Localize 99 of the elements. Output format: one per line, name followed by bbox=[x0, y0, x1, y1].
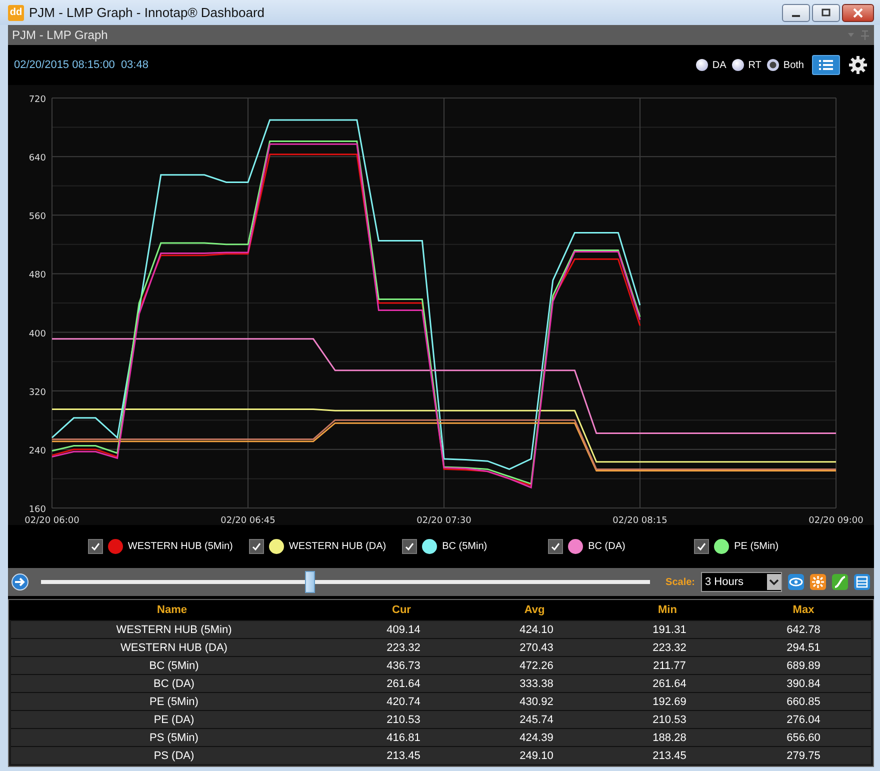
minimize-icon bbox=[792, 14, 800, 16]
table-cell-text: 333.38 bbox=[518, 678, 554, 690]
legend-checkbox[interactable] bbox=[548, 539, 564, 554]
timestamp: 02/20/2015 08:15:00 bbox=[14, 59, 115, 71]
table-cell-text: 192.69 bbox=[652, 696, 688, 708]
table-cell-text: 210.53 bbox=[386, 714, 422, 726]
x-axis-label: 02/20 06:00 bbox=[24, 516, 80, 525]
close-button[interactable] bbox=[842, 4, 874, 22]
mode-radio[interactable]: RT bbox=[732, 59, 762, 71]
table-cell-text: PS (DA) bbox=[152, 750, 196, 762]
table-cell-text: 279.75 bbox=[786, 750, 822, 762]
check-icon bbox=[696, 541, 708, 552]
scale-label: Scale: bbox=[666, 576, 695, 588]
table-cell-text: WESTERN HUB (DA) bbox=[120, 642, 228, 654]
window-title: PJM - LMP Graph - Innotap® Dashboard bbox=[29, 5, 266, 20]
table-cell-text: PE (5Min) bbox=[148, 696, 200, 708]
list-button[interactable] bbox=[812, 55, 840, 75]
table-cell-text: 424.39 bbox=[518, 732, 554, 744]
table-cell-text: 245.74 bbox=[518, 714, 554, 726]
settings-icon[interactable] bbox=[848, 55, 868, 75]
table-cell-text: 416.81 bbox=[386, 732, 422, 744]
minimize-button[interactable] bbox=[782, 4, 810, 22]
legend-label: BC (5Min) bbox=[442, 541, 488, 552]
check-icon bbox=[250, 541, 262, 552]
x-axis-label: 02/20 09:00 bbox=[808, 516, 864, 525]
legend-label: BC (DA) bbox=[588, 541, 626, 552]
table-cell-text: 211.77 bbox=[652, 660, 687, 672]
table-cell-text: 249.10 bbox=[518, 750, 554, 762]
legend-checkbox[interactable] bbox=[402, 539, 418, 554]
table-cell-text: WESTERN HUB (5Min) bbox=[115, 624, 233, 636]
curve-icon[interactable] bbox=[832, 574, 848, 590]
table-cell-text: 420.74 bbox=[386, 696, 422, 708]
mode-radio[interactable]: Both bbox=[767, 59, 804, 71]
y-axis-label: 720 bbox=[28, 95, 46, 105]
y-axis-label: 640 bbox=[28, 154, 46, 164]
table-cell-text: 689.89 bbox=[786, 660, 822, 672]
legend-label: WESTERN HUB (5Min) bbox=[128, 541, 233, 552]
caret-icon bbox=[769, 578, 779, 586]
check-icon bbox=[90, 541, 101, 552]
table-cell-text: 660.85 bbox=[786, 696, 822, 708]
column-header: Name bbox=[156, 604, 188, 616]
scale-dropdown[interactable]: 3 Hours bbox=[701, 572, 782, 592]
legend-checkbox[interactable] bbox=[88, 539, 103, 554]
column-header: Avg bbox=[523, 604, 546, 616]
legend-label: WESTERN HUB (DA) bbox=[288, 541, 386, 552]
list-icon bbox=[819, 59, 833, 71]
table-cell-text: 261.64 bbox=[652, 678, 688, 690]
slider-thumb[interactable] bbox=[304, 571, 315, 593]
close-icon bbox=[852, 8, 864, 18]
y-axis-label: 400 bbox=[28, 329, 46, 340]
table-cell-text: 213.45 bbox=[652, 750, 688, 762]
legend-label: PE (5Min) bbox=[734, 541, 779, 552]
table-cell-text: 191.31 bbox=[652, 624, 688, 636]
y-axis-label: 320 bbox=[28, 388, 46, 398]
table-cell-text: 472.26 bbox=[518, 660, 554, 672]
table-cell-text: 424.10 bbox=[518, 624, 554, 636]
table-cell-text: 213.45 bbox=[386, 750, 422, 762]
table-cell-text: 223.32 bbox=[386, 642, 422, 654]
column-header: Min bbox=[657, 604, 678, 616]
y-axis-label: 240 bbox=[28, 446, 46, 456]
table-cell-text: 656.60 bbox=[786, 732, 822, 744]
maximize-button[interactable] bbox=[812, 4, 840, 22]
table-cell-text: 276.04 bbox=[786, 714, 822, 726]
table-cell-text: BC (5Min) bbox=[148, 660, 200, 672]
elapsed-time: 03:48 bbox=[120, 59, 150, 71]
table-cell-text: 294.51 bbox=[786, 642, 822, 654]
mode-radio[interactable]: DA bbox=[696, 59, 726, 71]
table-cell-text: 390.84 bbox=[786, 678, 822, 690]
eye-icon[interactable] bbox=[788, 574, 804, 590]
column-header: Max bbox=[792, 604, 816, 616]
table-cell-text: PS (5Min) bbox=[148, 732, 200, 744]
table-cell-text: 430.92 bbox=[518, 696, 554, 708]
table-cell-text: 642.78 bbox=[786, 624, 822, 636]
y-axis-label: 160 bbox=[28, 505, 46, 515]
table-cell-text: PE (DA) bbox=[152, 714, 196, 726]
panel-title: PJM - LMP Graph bbox=[12, 28, 109, 42]
table-icon[interactable] bbox=[854, 574, 870, 590]
table-cell-text: 261.64 bbox=[386, 678, 422, 690]
table-cell-text: 436.73 bbox=[386, 660, 422, 672]
table-cell-text: BC (DA) bbox=[152, 678, 196, 690]
app-logo: dd bbox=[8, 4, 24, 20]
x-axis-label: 02/20 06:45 bbox=[220, 516, 276, 525]
legend-checkbox[interactable] bbox=[694, 539, 710, 554]
column-header: Cur bbox=[391, 604, 412, 616]
check-icon bbox=[404, 541, 416, 552]
play-icon[interactable] bbox=[11, 573, 29, 591]
x-axis-label: 02/20 08:15 bbox=[612, 516, 668, 525]
y-axis-label: 480 bbox=[28, 270, 46, 281]
table-cell-text: 188.28 bbox=[652, 732, 688, 744]
table-cell-text: 223.32 bbox=[652, 642, 688, 654]
burst-icon[interactable] bbox=[810, 574, 826, 590]
y-axis-label: 560 bbox=[28, 212, 46, 222]
check-icon bbox=[550, 541, 562, 552]
maximize-icon bbox=[820, 8, 832, 18]
legend-checkbox[interactable] bbox=[248, 539, 264, 554]
x-axis-label: 02/20 07:30 bbox=[416, 516, 472, 525]
table-cell-text: 409.14 bbox=[386, 624, 422, 636]
table-cell-text: 270.43 bbox=[518, 642, 554, 654]
table-cell-text: 210.53 bbox=[652, 714, 688, 726]
